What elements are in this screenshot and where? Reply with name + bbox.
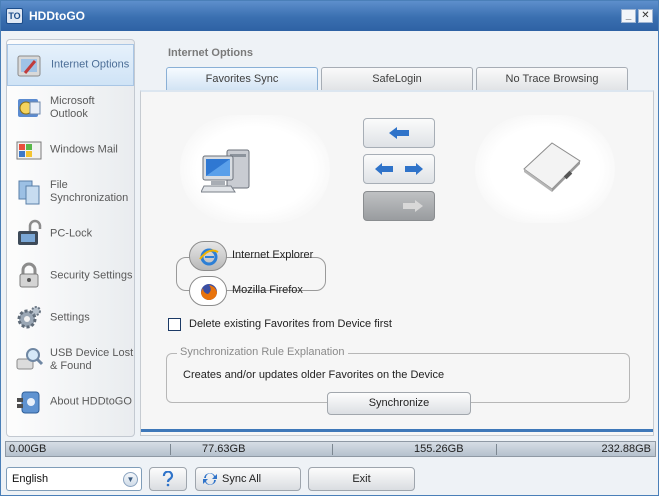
computer-icon xyxy=(201,149,250,193)
internet-explorer-icon xyxy=(199,248,219,266)
sidebar-item-label: Microsoft Outlook xyxy=(50,95,95,120)
title-bar[interactable]: TO HDDtoGO _ ✕ xyxy=(1,1,658,31)
capacity-label: 77.63GB xyxy=(202,443,246,455)
sidebar-item-label: USB Device Lost & Found xyxy=(50,347,134,372)
capacity-divider xyxy=(332,444,333,455)
capacity-divider xyxy=(496,444,497,455)
minimize-button[interactable]: _ xyxy=(621,9,636,23)
sync-icon xyxy=(203,473,217,485)
arrows-both-icon xyxy=(375,163,423,175)
sidebar-item-label: File Synchronization xyxy=(50,179,129,204)
about-icon xyxy=(17,391,40,414)
device-capacity-bar: 0.00GB 77.63GB 155.26GB 232.88GB xyxy=(5,441,656,457)
sidebar-item-label: Security Settings xyxy=(50,269,133,282)
sync-to-device-button[interactable] xyxy=(363,191,435,221)
exit-button[interactable]: Exit xyxy=(308,467,415,491)
window-title: HDDtoGO xyxy=(29,9,85,23)
browser-option-firefox[interactable]: Mozilla Firefox xyxy=(189,276,327,306)
browser-option-internet-explorer[interactable]: Internet Explorer xyxy=(189,241,327,271)
arrow-right-icon xyxy=(403,200,423,212)
language-select[interactable]: English ▼ xyxy=(6,467,142,491)
app-logo-icon: TO xyxy=(6,8,23,24)
magnifier-icon xyxy=(16,348,44,370)
windows-mail-icon xyxy=(16,141,42,160)
sidebar-item-outlook[interactable]: Microsoft Outlook xyxy=(7,87,134,129)
portable-drive-icon xyxy=(523,142,581,192)
sidebar-item-windows-mail[interactable]: Windows Mail xyxy=(7,129,134,171)
sync-all-button[interactable]: Sync All xyxy=(195,467,301,491)
capacity-divider xyxy=(170,444,171,455)
close-button[interactable]: ✕ xyxy=(638,9,653,23)
page-title: Internet Options xyxy=(168,47,253,59)
language-value: English xyxy=(12,473,49,485)
browser-label: Mozilla Firefox xyxy=(232,284,303,296)
capacity-label: 155.26GB xyxy=(414,443,464,455)
sidebar: Internet Options Microsoft Outlook Windo… xyxy=(6,39,135,437)
sync-to-computer-button[interactable] xyxy=(363,118,435,148)
sidebar-item-settings[interactable]: Settings xyxy=(7,297,134,339)
help-button[interactable] xyxy=(149,467,187,491)
sidebar-item-about[interactable]: About HDDtoGO xyxy=(7,381,134,423)
main-content: Internet Options Favorites Sync SafeLogi… xyxy=(139,39,654,437)
firefox-icon xyxy=(201,284,217,300)
delete-favorites-checkbox[interactable] xyxy=(168,318,181,331)
file-sync-icon xyxy=(18,180,40,205)
browser-label: Internet Explorer xyxy=(232,249,314,261)
sidebar-item-label: Internet Options xyxy=(51,58,130,71)
sidebar-item-security-settings[interactable]: Security Settings xyxy=(7,255,134,297)
sidebar-item-pc-lock[interactable]: PC-Lock xyxy=(7,213,134,255)
tab-no-trace-browsing[interactable]: No Trace Browsing xyxy=(476,67,628,90)
tab-favorites-sync[interactable]: Favorites Sync xyxy=(166,67,318,92)
capacity-label: 232.88GB xyxy=(601,443,651,455)
sync-both-directions-button[interactable] xyxy=(363,154,435,184)
sidebar-item-label: Windows Mail xyxy=(50,143,118,156)
tab-safelogin[interactable]: SafeLogin xyxy=(321,67,473,90)
sidebar-item-internet-options[interactable]: Internet Options xyxy=(7,44,134,86)
sidebar-item-file-sync[interactable]: File Synchronization xyxy=(7,171,134,213)
lock-icon xyxy=(19,262,39,288)
sidebar-item-label: About HDDtoGO xyxy=(50,395,132,408)
help-icon xyxy=(162,470,174,487)
sidebar-item-usb-lost-found[interactable]: USB Device Lost & Found xyxy=(7,339,134,381)
panel-accent-line xyxy=(141,429,653,432)
synchronize-button[interactable]: Synchronize xyxy=(327,392,471,415)
arrow-left-icon xyxy=(389,127,409,139)
capacity-label: 0.00GB xyxy=(9,443,47,455)
internet-options-icon xyxy=(17,55,41,77)
sync-rule-title: Synchronization Rule Explanation xyxy=(177,346,348,358)
sync-all-label: Sync All xyxy=(222,473,262,485)
pc-lock-icon xyxy=(18,219,42,245)
gear-icon xyxy=(17,306,41,329)
outlook-icon xyxy=(18,99,41,117)
delete-favorites-label: Delete existing Favorites from Device fi… xyxy=(189,318,392,330)
sidebar-item-label: Settings xyxy=(50,311,90,324)
sync-rule-text: Creates and/or updates older Favorites o… xyxy=(183,369,445,381)
app-window: TO HDDtoGO _ ✕ Internet Options Microsof… xyxy=(0,0,659,496)
chevron-down-icon[interactable]: ▼ xyxy=(123,472,138,487)
sidebar-item-label: PC-Lock xyxy=(50,227,93,240)
